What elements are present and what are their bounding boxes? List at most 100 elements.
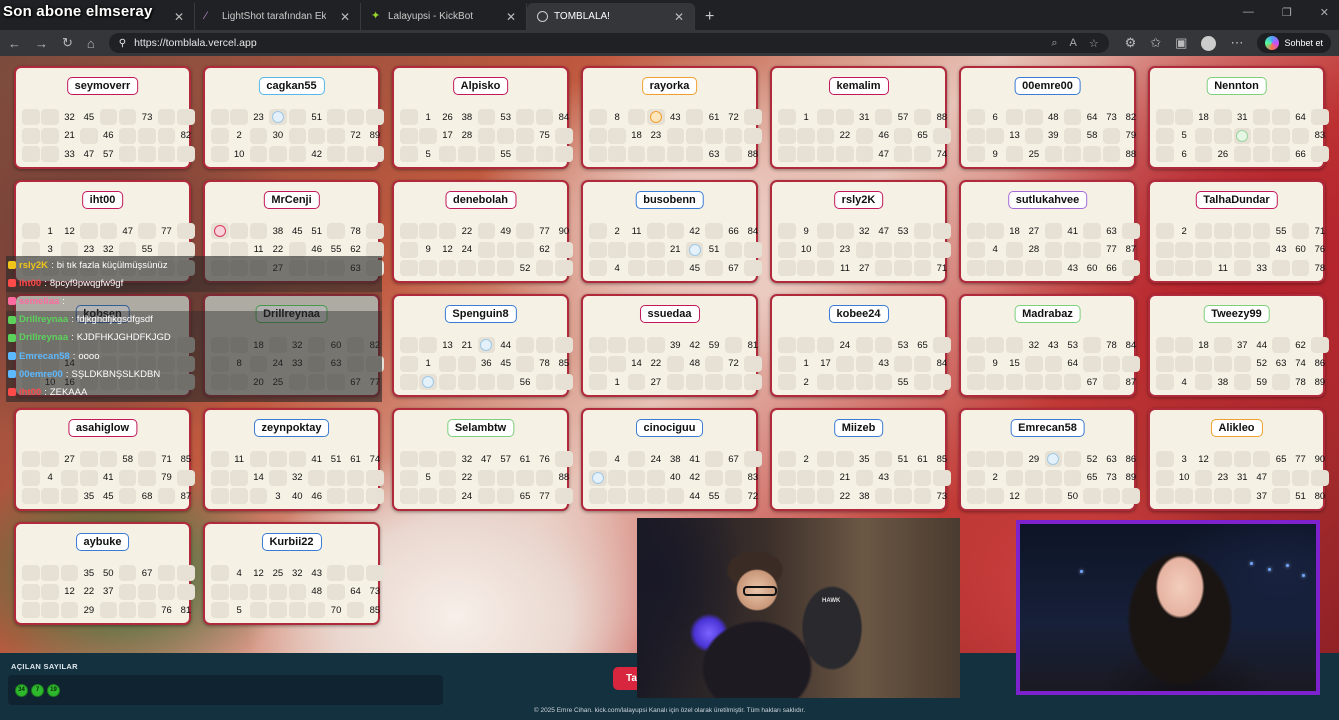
chat-message: iht00:8pcyf9pwqgfw9gf [6,274,382,293]
chat-text: bi tık fazla küçülmüşsünüz [56,259,168,271]
empty-cell [477,374,496,391]
new-tab-icon[interactable]: + [695,3,724,30]
browser-tab[interactable]: ✦ Lalayupsi - KickBot ✕ [361,3,527,30]
player-card: zeynpoktay 11 41 51 61 74 14 32 3 40 46 [203,408,384,511]
url-field[interactable]: ⚲ https://tomblala.vercel.app ⌕ A ☆ [108,33,1109,53]
favorite-star-icon[interactable]: ☆ [1089,37,1099,50]
empty-cell [230,469,248,486]
card-number: 4 [1181,376,1187,388]
empty-cell [438,488,457,505]
empty-cell [778,469,796,486]
home-icon[interactable]: ⌂ [87,36,95,51]
read-aloud-icon[interactable]: A [1070,37,1077,50]
empty-cell [157,109,176,125]
close-icon[interactable]: ✕ [666,10,684,24]
profile-avatar[interactable] [1201,35,1217,51]
chat-message: rsly2K: bi tık fazla küçülmüşsünüz [6,256,382,275]
card-number: 41 [103,472,114,484]
empty-cell [1122,260,1140,277]
player-name: Alikleo [1210,419,1263,437]
empty-cell [1063,241,1082,258]
empty-cell [366,565,384,581]
chair-logo: HAWK [822,598,841,604]
card-number: 40 [292,490,303,502]
empty-cell [855,127,874,144]
empty-cell [816,241,835,258]
site-info-icon[interactable]: ⚲ [119,38,126,49]
forward-icon[interactable]: → [35,36,48,51]
empty-cell [836,374,854,391]
empty-cell [1156,469,1174,486]
browser-tab-active[interactable]: TOMBLALA! ✕ [527,3,695,30]
close-icon[interactable]: ✕ [498,10,516,24]
card-number: 23 [1217,472,1229,484]
back-icon[interactable]: ← [8,36,21,51]
empty-cell [400,223,418,239]
card-number: 84 [558,111,570,123]
empty-cell [400,355,418,372]
empty-cell [666,355,685,372]
card-number: 79 [1125,130,1137,142]
card-number: 81 [747,339,759,351]
minimize-icon[interactable]: — [1243,6,1254,19]
zoom-icon[interactable]: ⌕ [1051,37,1057,50]
empty-cell [22,109,40,125]
empty-cell [366,469,384,486]
card-number: 60 [1295,244,1306,256]
empty-cell [589,146,607,163]
close-icon[interactable]: ✕ [166,10,184,24]
card-number: 50 [103,567,114,579]
empty-cell [438,451,457,467]
collections-icon[interactable]: ▣ [1175,35,1187,51]
card-number: 43 [878,472,889,484]
empty-cell [1214,241,1232,258]
restore-icon[interactable]: ❐ [1282,6,1292,19]
card-number: 12 [1009,490,1020,502]
empty-cell [269,469,287,486]
empty-cell [913,374,932,391]
empty-cell [855,337,874,353]
card-number: 55 [500,148,511,160]
kickbot-icon: ✦ [371,10,381,22]
empty-cell [724,127,743,144]
marked-cell-icon [1233,127,1252,144]
reload-icon[interactable]: ↻ [62,35,73,51]
empty-cell [535,337,554,353]
empty-cell [1005,109,1024,125]
empty-cell [307,127,326,144]
card-number: 51 [708,244,720,256]
empty-cell [744,241,762,258]
player-name: aybuke [75,533,130,551]
card-number: 53 [897,225,909,237]
card-number: 15 [1009,358,1020,370]
card-number: 65 [917,130,928,142]
chat-separator: : [44,277,47,289]
chat-button[interactable]: Sohbet et [1257,33,1331,53]
empty-cell [269,602,287,619]
browser-tab[interactable]: ⁄ LightShot tarafından Ekran Görüntü ✕ [195,3,361,30]
favorites-icon[interactable]: ✩ [1150,35,1161,51]
chat-badge-icon [8,352,16,361]
mark-dot-icon [649,111,662,123]
opened-number-ball: 19 [47,683,60,697]
chat-text: 8pcyf9pwqgfw9gf [49,277,124,289]
empty-cell [22,223,40,239]
chat-username: iht00 [19,277,42,289]
empty-cell [555,337,573,353]
card-number: 88 [558,472,570,484]
empty-cell [967,451,985,467]
chat-separator: : [62,295,65,307]
card-number: 50 [1067,490,1078,502]
card-number: 4 [236,567,242,579]
empty-cell [874,241,893,258]
more-menu-icon[interactable]: ⋯ [1230,35,1243,51]
empty-cell [118,583,137,600]
close-icon[interactable]: ✕ [332,10,350,24]
empty-cell [496,488,515,505]
close-window-icon[interactable]: ✕ [1320,6,1329,19]
mark-dot-icon [213,225,226,237]
empty-cell [477,260,496,277]
empty-cell [1005,146,1024,163]
light-dot [1268,568,1271,571]
extensions-icon[interactable]: ⚙ [1125,35,1137,51]
